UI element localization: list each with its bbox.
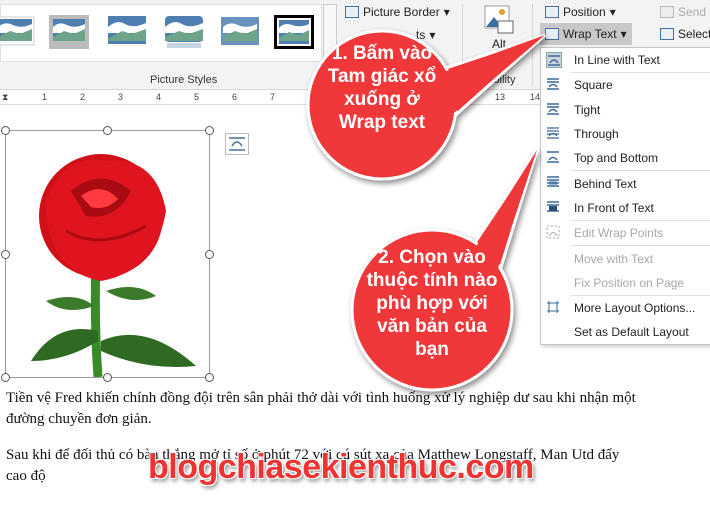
wrap-text-button[interactable]: Wrap Text ▾ bbox=[540, 23, 632, 45]
menu-item-edit-wrap-points[interactable]: Edit Wrap Points bbox=[541, 221, 710, 245]
layout-options-button[interactable] bbox=[225, 133, 249, 155]
tight-wrap-icon bbox=[546, 102, 562, 118]
selection-pane-button[interactable]: Select bbox=[660, 27, 710, 41]
alt-text-button[interactable]: Alt bbox=[484, 5, 514, 51]
callout-step1-text: 1. Bấm vào Tam giác xổ xuống ở Wrap text bbox=[327, 43, 437, 133]
square-wrap-icon bbox=[546, 77, 562, 93]
send-backward-icon bbox=[660, 6, 674, 18]
menu-item-set-as-default-layout[interactable]: Set as Default Layout bbox=[541, 320, 710, 344]
resize-handle[interactable] bbox=[205, 373, 214, 382]
picture-styles-label: Picture Styles bbox=[150, 74, 218, 86]
menu-item-fix-position-on-page[interactable]: Fix Position on Page bbox=[541, 271, 710, 295]
resize-handle[interactable] bbox=[205, 250, 214, 259]
resize-handle[interactable] bbox=[1, 373, 10, 382]
menu-item-in-line-with-text[interactable]: In Line with Text bbox=[541, 48, 710, 72]
menu-item-move-with-text[interactable]: Move with Text bbox=[541, 246, 710, 270]
indent-marker[interactable]: ⧗ bbox=[2, 92, 8, 103]
rose-picture bbox=[31, 154, 196, 378]
callout-step2-text: 2. Chọn vào thuộc tính nào phù hợp với v… bbox=[366, 247, 498, 360]
picture-style-thumb[interactable] bbox=[274, 15, 314, 49]
picture-style-thumb[interactable] bbox=[0, 15, 35, 49]
accessibility-label: ssibility bbox=[480, 74, 516, 86]
position-button[interactable]: Position ▾ bbox=[545, 5, 616, 19]
menu-item-tight[interactable]: Tight bbox=[541, 98, 710, 122]
layout-options-icon bbox=[546, 300, 562, 316]
selection-pane-icon bbox=[660, 28, 674, 40]
picture-styles-gallery bbox=[0, 4, 322, 62]
layout-options-icon bbox=[229, 137, 245, 151]
behind-text-icon bbox=[546, 175, 562, 191]
paragraph[interactable]: Tiền vệ Fred khiến chính đồng đội trên s… bbox=[6, 388, 636, 430]
through-wrap-icon bbox=[546, 126, 562, 142]
watermark: blogchiasekienthuc.com bbox=[148, 448, 534, 486]
inline-wrap-icon bbox=[546, 52, 562, 68]
resize-handle[interactable] bbox=[1, 126, 10, 135]
edit-wrap-points-icon bbox=[546, 225, 562, 241]
menu-item-top-and-bottom[interactable]: Top and Bottom bbox=[541, 146, 710, 170]
picture-style-thumb[interactable] bbox=[220, 15, 260, 49]
menu-item-square[interactable]: Square bbox=[541, 73, 710, 97]
menu-item-through[interactable]: Through bbox=[541, 122, 710, 146]
menu-item-behind-text[interactable]: Behind Text bbox=[541, 171, 710, 195]
menu-item-in-front-of-text[interactable]: In Front of Text bbox=[541, 196, 710, 220]
resize-handle[interactable] bbox=[1, 250, 10, 259]
picture-effects-button[interactable]: ts ▾ bbox=[416, 28, 435, 42]
picture-border-icon bbox=[345, 6, 359, 18]
picture-style-thumb[interactable] bbox=[164, 15, 204, 49]
resize-handle[interactable] bbox=[205, 126, 214, 135]
send-backward-button[interactable]: Send B bbox=[660, 5, 710, 19]
in-front-text-icon bbox=[546, 200, 562, 216]
position-icon bbox=[545, 6, 559, 18]
alt-text-icon bbox=[484, 5, 514, 34]
rose-image[interactable] bbox=[1, 126, 214, 382]
resize-handle[interactable] bbox=[103, 126, 112, 135]
wrap-text-icon bbox=[545, 28, 559, 40]
top-bottom-wrap-icon bbox=[546, 150, 562, 166]
wrap-text-menu: In Line with Text Square Tight Through T… bbox=[540, 47, 710, 345]
picture-style-thumb[interactable] bbox=[49, 15, 89, 49]
picture-border-button[interactable]: Picture Border ▾ bbox=[345, 5, 450, 19]
menu-item-more-layout-options[interactable]: More Layout Options... bbox=[541, 296, 710, 320]
resize-handle[interactable] bbox=[103, 373, 112, 382]
picture-style-thumb[interactable] bbox=[107, 15, 147, 49]
